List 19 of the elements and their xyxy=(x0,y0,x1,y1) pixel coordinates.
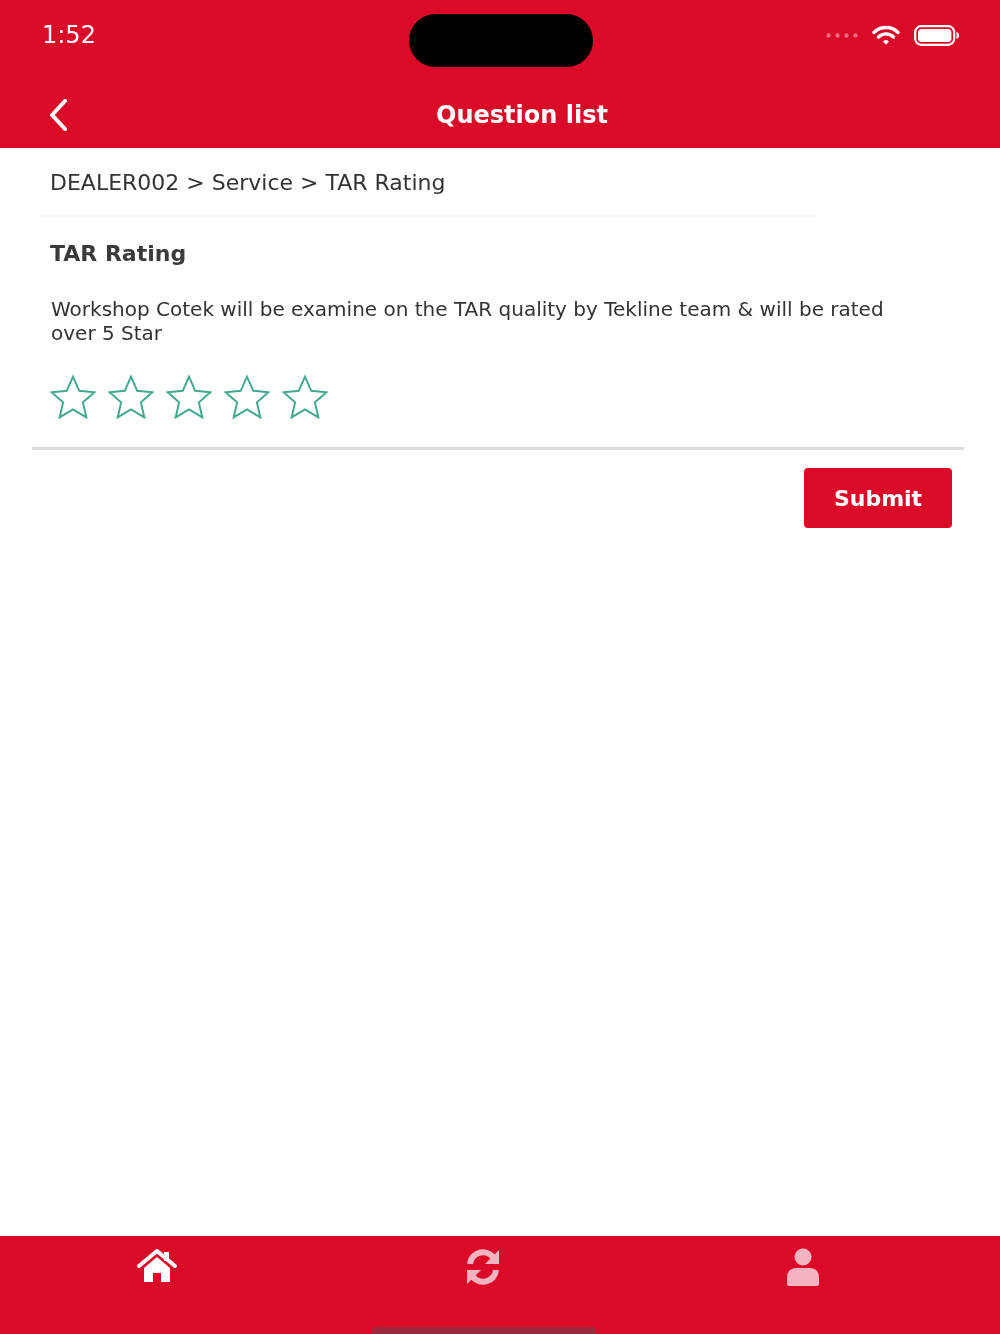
battery-icon xyxy=(914,24,960,46)
home-icon xyxy=(135,1248,178,1284)
signal-icon xyxy=(826,32,858,38)
star-icon[interactable] xyxy=(166,375,212,419)
submit-button[interactable]: Submit xyxy=(804,468,952,528)
status-time: 1:52 xyxy=(42,21,96,49)
wifi-icon xyxy=(872,24,900,46)
breadcrumb-text: DEALER002 > Service > TAR Rating xyxy=(49,169,447,197)
star-rating[interactable] xyxy=(50,375,328,419)
user-icon xyxy=(785,1248,822,1286)
star-icon[interactable] xyxy=(108,375,154,419)
nav-tab[interactable] xyxy=(785,1248,822,1286)
question-description: Workshop Cotek will be examine on the TAR quality by Tekline team & will be rated over 5 Star xyxy=(51,297,885,345)
star-icon[interactable] xyxy=(282,375,328,419)
question-title: TAR Rating xyxy=(50,240,188,268)
chevron-left-icon xyxy=(48,99,68,131)
screen-title: Question list xyxy=(436,101,608,129)
star-icon[interactable] xyxy=(224,375,270,419)
star-icon[interactable] xyxy=(50,375,96,419)
